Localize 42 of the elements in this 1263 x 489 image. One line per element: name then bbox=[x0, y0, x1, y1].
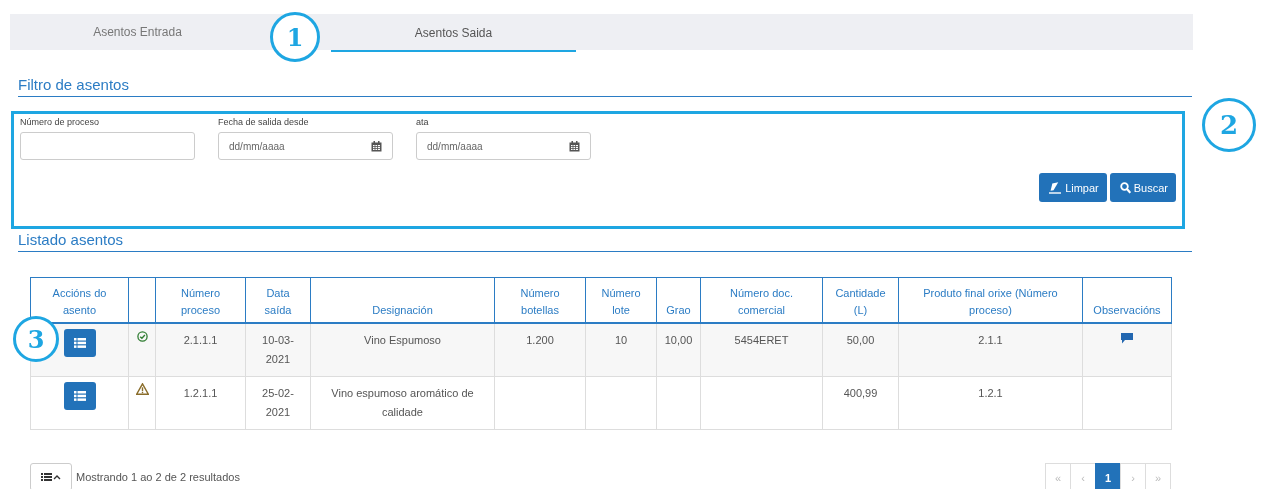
calendar-icon bbox=[569, 140, 580, 152]
callout-number: 2 bbox=[1202, 98, 1256, 152]
page-button[interactable]: 1 bbox=[1095, 463, 1121, 489]
callout-number: 3 bbox=[13, 316, 59, 362]
table-cell: 2.1.1 bbox=[898, 323, 1083, 377]
table-cell: Vino Espumoso bbox=[310, 323, 495, 377]
table-cell: 1.2.1.1 bbox=[155, 376, 246, 430]
table-cell: 50,00 bbox=[822, 323, 899, 377]
field-label: ata bbox=[416, 117, 430, 127]
details-button[interactable] bbox=[63, 382, 96, 410]
input-field[interactable] bbox=[20, 132, 195, 160]
tab[interactable]: Asentos Entrada bbox=[10, 14, 265, 50]
table-cell: 1.200 bbox=[494, 323, 586, 377]
table-cell: 25-02-2021 bbox=[245, 376, 311, 430]
date-field[interactable]: dd/mm/aaaa bbox=[416, 132, 591, 160]
results-summary: Mostrando 1 ao 2 de 2 resultados bbox=[76, 471, 240, 483]
search-icon bbox=[1119, 181, 1131, 194]
table-cell: 2.1.1.1 bbox=[155, 323, 246, 377]
callout-number: 1 bbox=[270, 12, 320, 62]
page-size-button[interactable] bbox=[30, 463, 72, 489]
table-cell: 400,99 bbox=[822, 376, 899, 430]
details-button[interactable] bbox=[63, 329, 96, 357]
list-caret-icon bbox=[41, 472, 61, 482]
table-cell: 5454ERET bbox=[700, 323, 823, 377]
clear-button[interactable]: Limpar bbox=[1039, 173, 1107, 202]
section-title: Filtro de asentos bbox=[18, 76, 1192, 97]
table-cell: 10-03-2021 bbox=[245, 323, 311, 377]
table-cell: Vino espumoso aromático de calidade bbox=[310, 376, 495, 430]
eraser-icon bbox=[1049, 181, 1063, 194]
date-field[interactable]: dd/mm/aaaa bbox=[218, 132, 393, 160]
calendar-icon bbox=[371, 140, 382, 152]
field-label: Fecha de salida desde bbox=[218, 117, 310, 127]
table-cell: 1.2.1 bbox=[898, 376, 1083, 430]
search-button[interactable]: Buscar bbox=[1109, 173, 1176, 202]
table-cell: 10,00 bbox=[656, 323, 701, 377]
field-label: Número de proceso bbox=[20, 117, 101, 127]
section-title: Listado asentos bbox=[18, 231, 1192, 252]
list-icon bbox=[73, 391, 86, 401]
comment-icon bbox=[1121, 333, 1133, 344]
list-icon bbox=[73, 338, 86, 348]
tab[interactable]: Asentos Saida bbox=[331, 14, 576, 52]
table-cell: 10 bbox=[585, 323, 657, 377]
